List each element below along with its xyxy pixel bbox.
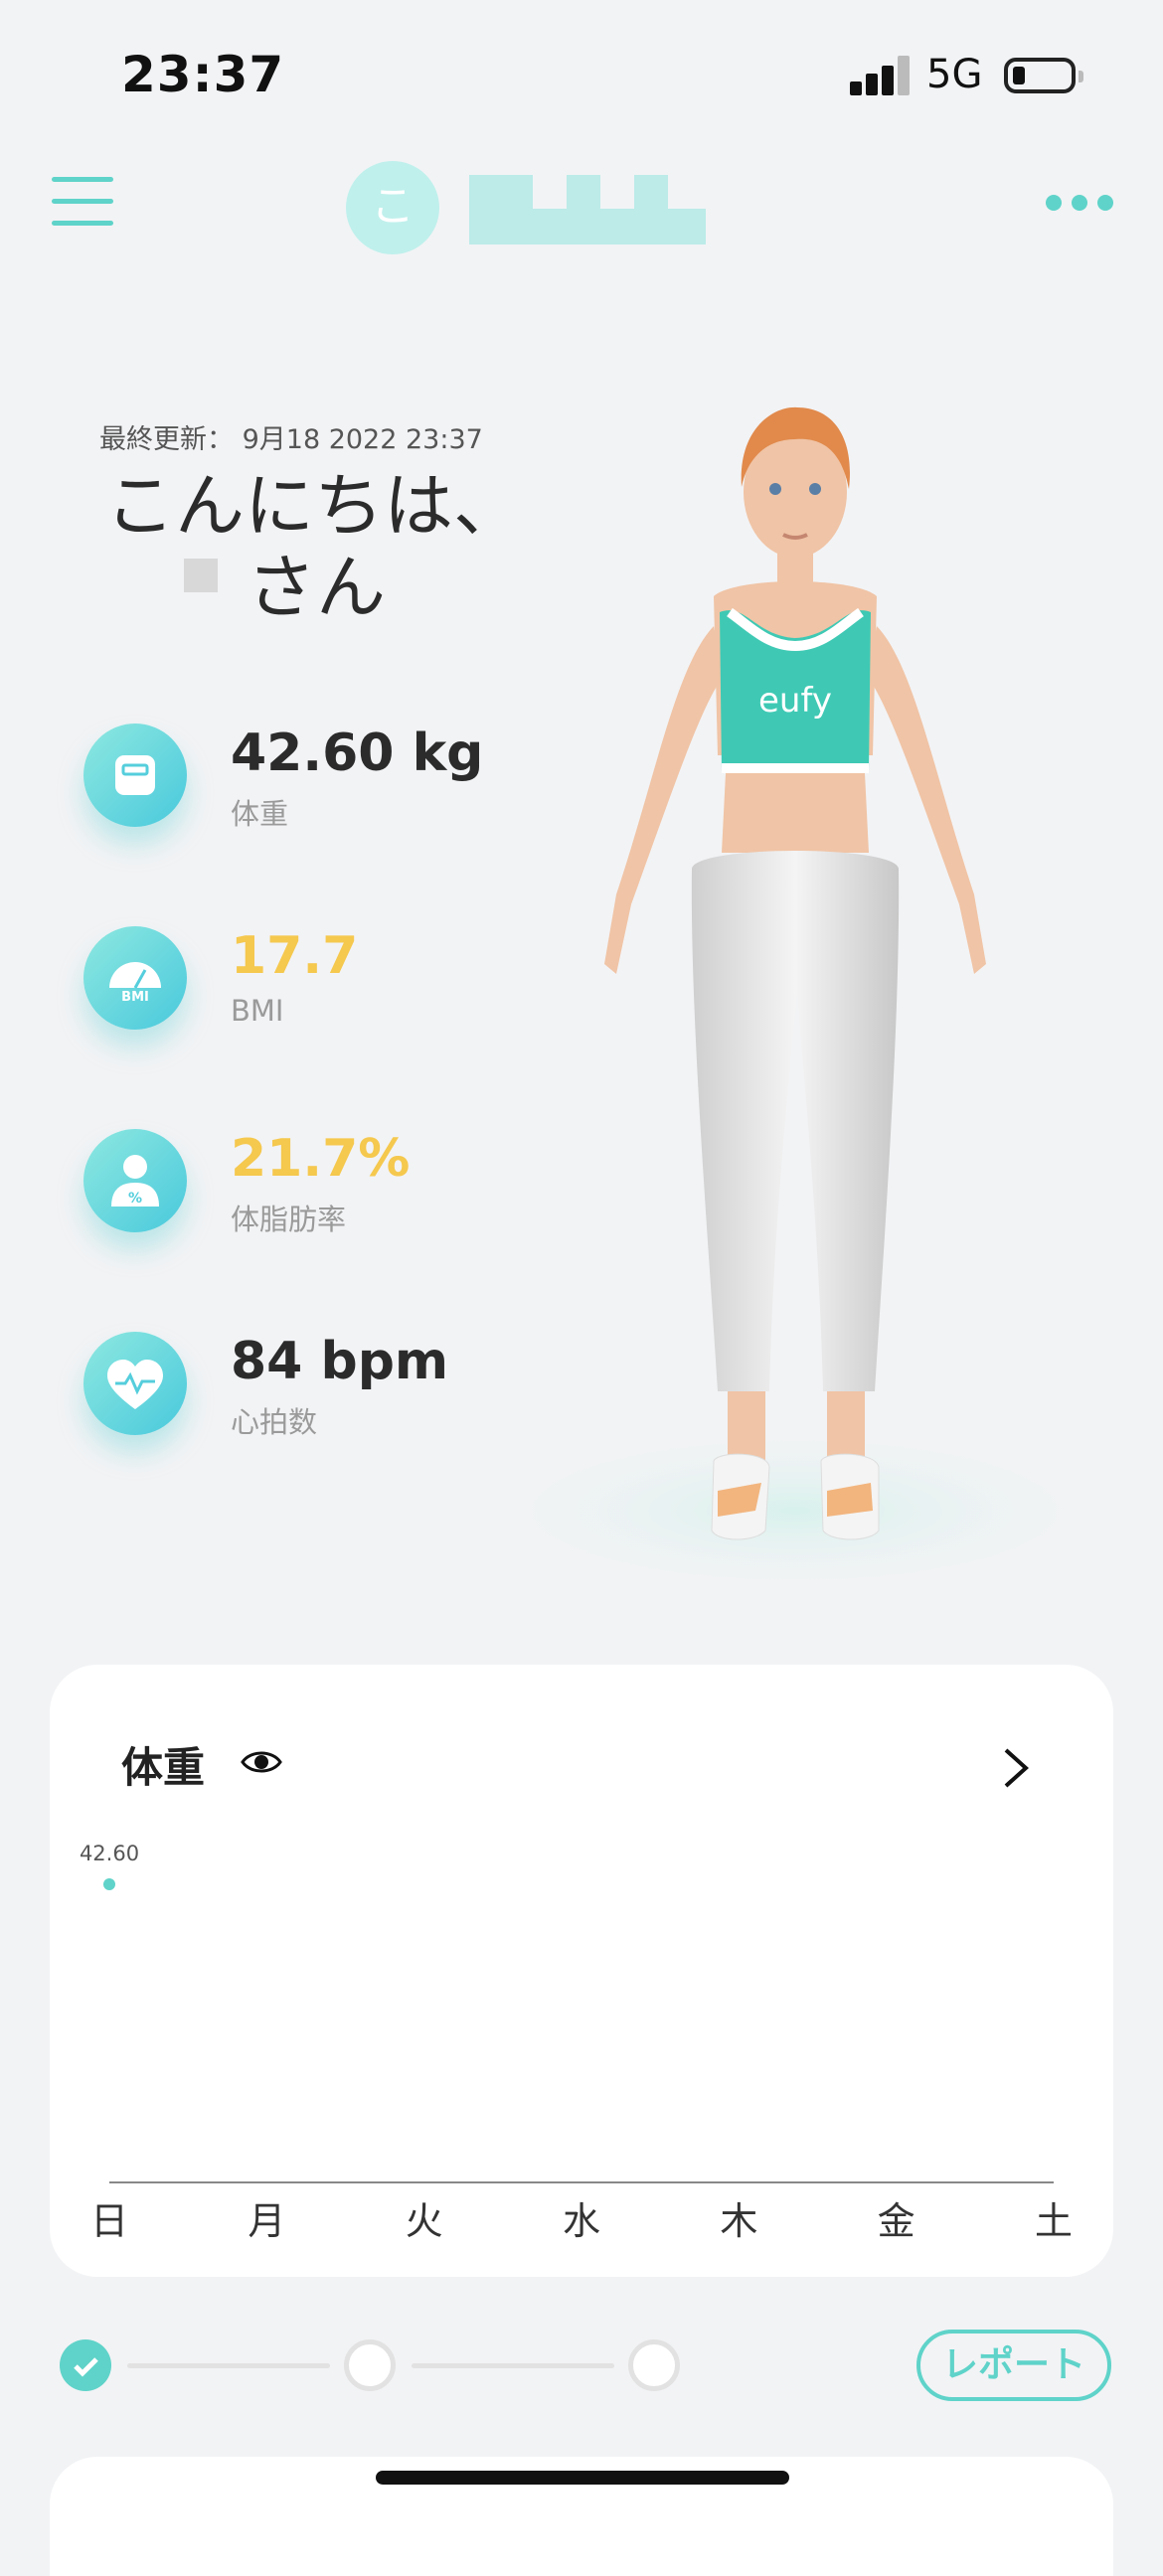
progress-line-1 (127, 2363, 330, 2368)
figure-logo: eufy (758, 681, 832, 721)
weight-label: 体重 (231, 797, 289, 831)
more-options-icon[interactable] (1046, 195, 1113, 215)
status-time: 23:37 (121, 46, 285, 103)
bmi-label: BMI (231, 994, 284, 1028)
bmi-value: 17.7 (231, 926, 359, 986)
check-icon (74, 2357, 98, 2377)
chart-day-label: 金 (878, 2199, 915, 2243)
bmi-icon-text: BMI (121, 990, 149, 1005)
menu-icon[interactable] (52, 177, 115, 231)
home-indicator[interactable] (376, 2471, 789, 2485)
user-name-mask (184, 559, 218, 592)
network-label: 5G (926, 52, 983, 97)
weight-card[interactable]: 体重 日月火水木金土 42.60 (50, 1665, 1113, 2277)
body-fat-value: 21.7% (231, 1129, 411, 1189)
greeting-suffix: さん (247, 547, 386, 628)
user-name-redacted (469, 175, 706, 244)
scale-icon[interactable] (83, 724, 187, 827)
body-fat-label: 体脂肪率 (231, 1203, 347, 1236)
chart-day-label: 水 (563, 2199, 600, 2243)
progress-step-1[interactable] (60, 2339, 111, 2391)
report-button[interactable]: レポート (916, 2330, 1111, 2401)
heart-rate-label: 心拍数 (231, 1405, 318, 1439)
body-fat-icon[interactable]: % (83, 1129, 187, 1232)
bmi-gauge-icon[interactable]: BMI (83, 926, 187, 1030)
last-updated: 最終更新： 9月18 2022 23:37 (99, 424, 483, 455)
weight-value: 42.60 kg (231, 724, 484, 783)
chart-data-label: 42.60 (80, 1842, 139, 1865)
progress-step-2[interactable] (344, 2339, 396, 2391)
heart-rate-icon[interactable] (83, 1332, 187, 1435)
signal-icon (850, 56, 912, 99)
progress-step-3[interactable] (628, 2339, 680, 2391)
chart-data-point (103, 1878, 115, 1890)
progress-line-2 (412, 2363, 614, 2368)
svg-text:%: % (128, 1191, 142, 1207)
heart-rate-value: 84 bpm (231, 1332, 449, 1391)
user-avatar[interactable]: こ (346, 161, 439, 254)
body-avatar-figure: eufy (457, 406, 1133, 1600)
battery-icon (1004, 58, 1083, 93)
chart-day-label: 火 (406, 2199, 443, 2243)
chart-day-label: 月 (248, 2199, 285, 2243)
weight-chart: 日 月 火 水 木 金 土 42.60 (80, 1842, 1073, 2243)
chart-day-label: 日 (90, 2199, 128, 2243)
chart-day-label: 土 (1035, 2199, 1073, 2243)
chart-day-label: 木 (720, 2199, 757, 2243)
